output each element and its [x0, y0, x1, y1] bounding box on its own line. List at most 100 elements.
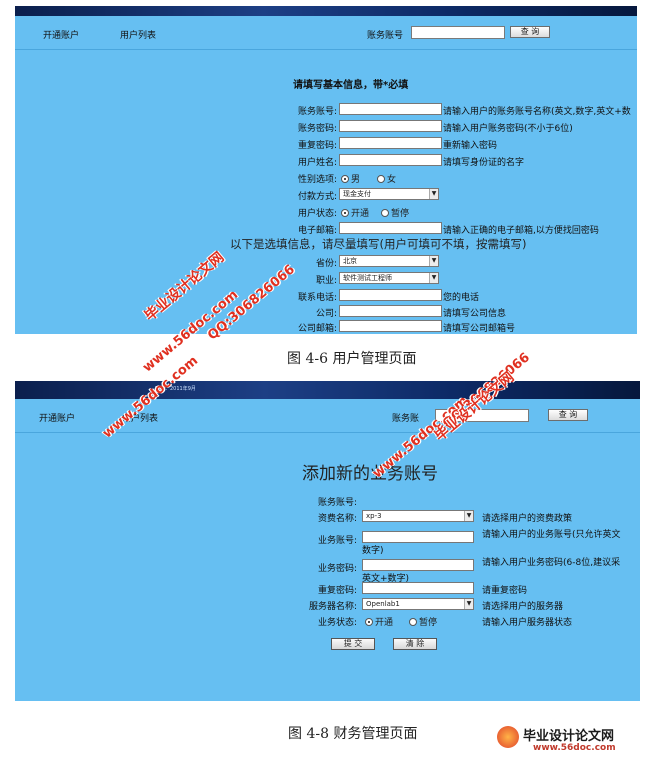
chevron-down-icon: ▼ [429, 273, 438, 283]
chevron-down-icon: ▼ [429, 189, 438, 199]
gender-male-radio[interactable]: 男 [341, 172, 360, 185]
optional-info-note: 以下是选填信息，请尽量填写(用户可填可不填，按需填写) [230, 237, 527, 251]
biz-password-input[interactable] [362, 559, 474, 571]
logo-url: www.56doc.com [533, 743, 616, 753]
company-email-input[interactable] [339, 320, 442, 332]
gender-label: 性别选项: [297, 175, 337, 185]
payment-select[interactable]: 现金支付 ▼ [339, 188, 439, 200]
account-input[interactable] [339, 103, 442, 115]
payment-row: 付款方式: 现金支付 ▼ [15, 187, 637, 202]
repeat-label: 重复密码: [317, 586, 357, 596]
repeat-hint: 请重复密码 [482, 586, 528, 596]
email-input[interactable] [339, 222, 442, 234]
radio-checked-icon [341, 209, 349, 217]
biz-account-hint: 请输入用户的业务账号(只允许英文 [482, 530, 621, 540]
account-row: 账务账号: [15, 493, 640, 508]
biz-status-hint: 请输入用户服务器状态 [482, 618, 573, 628]
chevron-down-icon: ▼ [429, 256, 438, 266]
province-row: 省份: 北京 ▼ [15, 254, 637, 269]
logo-text: 毕业设计论文网 [523, 729, 615, 744]
nav-user-list[interactable]: 用户列表 [120, 28, 156, 41]
chevron-down-icon: ▼ [464, 511, 473, 521]
password-input[interactable] [339, 120, 442, 132]
company-hint: 请填写公司信息 [443, 309, 507, 319]
phone-row: 联系电话: 您的电话 [15, 288, 637, 303]
repeat-password-input[interactable] [362, 582, 474, 594]
repeat-password-input[interactable] [339, 137, 442, 149]
form-title: 请填写基本信息，带*必填 [293, 80, 409, 91]
company-email-hint: 请填写公司邮箱号 [443, 324, 516, 334]
field-hint: 重新输入密码 [443, 141, 498, 151]
company-email-row: 公司邮箱: 请填写公司邮箱号 [15, 319, 637, 334]
status-on-radio[interactable]: 开通 [341, 206, 369, 219]
search-label: 账务账号 [367, 31, 404, 41]
company-row: 公司: 请填写公司信息 [15, 304, 637, 319]
site-logo: 毕业设计论文网 www.56doc.com [497, 720, 657, 758]
province-select[interactable]: 北京 ▼ [339, 255, 439, 267]
nav-open-account[interactable]: 开通账户 [39, 411, 75, 424]
biz-password-label: 业务密码: [317, 564, 357, 574]
submit-button[interactable]: 提 交 [331, 638, 375, 650]
gender-female-radio[interactable]: 女 [377, 172, 396, 185]
header-banner: 时间：2011年9月 [15, 381, 640, 399]
job-select[interactable]: 软件测试工程师 ▼ [339, 272, 439, 284]
top-navbar: 开通账户 用户列表 账务账号 查 询 [15, 16, 637, 50]
banner-date: 时间：2011年9月 [155, 386, 196, 392]
biz-account-label: 业务账号: [317, 536, 357, 546]
server-row: 服务器名称: Openlab1 ▼ 请选择用户的服务器 [15, 597, 640, 612]
biz-status-off-radio[interactable]: 暂停 [409, 615, 437, 628]
status-row: 用户状态: 开通 暂停 [15, 204, 637, 219]
nav-user-list[interactable]: 用户列表 [122, 411, 158, 424]
field-label: 重复密码: [297, 141, 337, 151]
field-row: 用户姓名: 请填写身份证的名字 [15, 153, 637, 168]
field-hint: 请输入用户账务密码(不小于6位) [443, 124, 573, 134]
email-label: 电子邮箱: [297, 226, 337, 236]
server-label: 服务器名称: [308, 602, 357, 612]
biz-status-row: 业务状态: 开通 暂停 请输入用户服务器状态 [15, 613, 640, 628]
plan-hint: 请选择用户的资费政策 [482, 514, 573, 524]
province-label: 省份: [315, 259, 337, 269]
bottom-navbar: 开通账户 用户列表 账务账 查 询 [15, 399, 640, 433]
repeat-row: 重复密码: 请重复密码 [15, 581, 640, 596]
status-off-radio[interactable]: 暂停 [381, 206, 409, 219]
field-label: 账务密码: [297, 124, 337, 134]
plan-row: 资费名称: xp-3 ▼ 请选择用户的资费政策 [15, 509, 640, 524]
gender-row: 性别选项: 男 女 [15, 170, 637, 185]
company-input[interactable] [339, 305, 442, 317]
nav-open-account[interactable]: 开通账户 [43, 28, 79, 41]
query-button[interactable]: 查 询 [510, 26, 550, 38]
plan-label: 资费名称: [317, 514, 357, 524]
company-label: 公司: [315, 309, 337, 319]
biz-account-row: 业务账号: 请输入用户的业务账号(只允许英文 数字) [15, 527, 640, 556]
field-hint: 请填写身份证的名字 [443, 158, 525, 168]
field-label: 用户姓名: [297, 158, 337, 168]
search-input[interactable] [435, 409, 529, 422]
biz-status-on-radio[interactable]: 开通 [365, 615, 393, 628]
biz-password-hint: 请输入用户业务密码(6-8位,建议采 [482, 558, 621, 568]
field-row: 重复密码: 重新输入密码 [15, 136, 637, 151]
phone-hint: 您的电话 [443, 293, 480, 303]
page-title: 添加新的业务账号 [302, 464, 438, 484]
header-banner [15, 6, 637, 16]
query-button[interactable]: 查 询 [548, 409, 588, 421]
username-input[interactable] [339, 154, 442, 166]
email-row: 电子邮箱: 请输入正确的电子邮箱,以方便找回密码 [15, 221, 637, 236]
clear-button[interactable]: 清 除 [393, 638, 437, 650]
account-label: 账务账号: [317, 498, 357, 508]
job-label: 职业: [315, 276, 337, 286]
user-management-screen: 开通账户 用户列表 账务账号 查 询 请填写基本信息，带*必填 账务账号: 请输… [15, 6, 637, 334]
job-row: 职业: 软件测试工程师 ▼ [15, 271, 637, 286]
biz-password-row: 业务密码: 请输入用户业务密码(6-8位,建议采 英文+数字) [15, 555, 640, 584]
search-label: 账务账 [392, 414, 420, 424]
radio-unchecked-icon [377, 175, 385, 183]
biz-account-input[interactable] [362, 531, 474, 543]
finance-management-screen: 时间：2011年9月 开通账户 用户列表 账务账 查 询 添加新的业务账号 账务… [15, 381, 640, 701]
phone-label: 联系电话: [297, 293, 337, 303]
company-email-label: 公司邮箱: [297, 324, 337, 334]
server-select[interactable]: Openlab1 ▼ [362, 598, 474, 610]
field-label: 账务账号: [297, 107, 337, 117]
field-row: 账务账号: 请输入用户的账务账号名称(英文,数字,英文+数 [15, 102, 637, 117]
phone-input[interactable] [339, 289, 442, 301]
plan-select[interactable]: xp-3 ▼ [362, 510, 474, 522]
search-input[interactable] [411, 26, 505, 39]
